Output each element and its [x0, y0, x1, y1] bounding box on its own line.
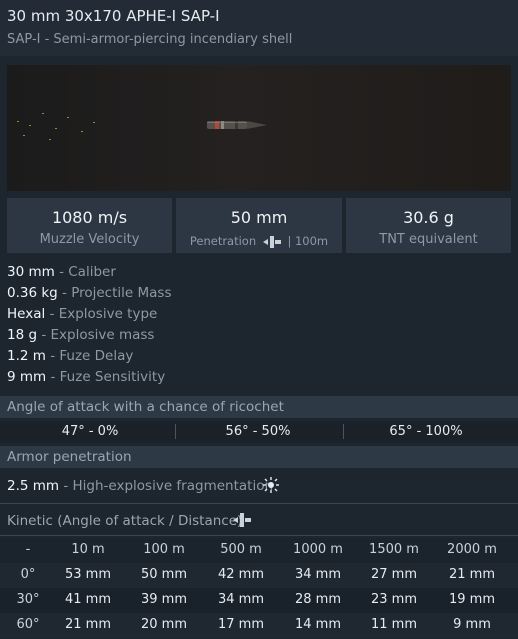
spark	[55, 128, 57, 129]
property-value: 18 g	[7, 327, 38, 343]
property-caliber: 30 mm - Caliber	[7, 264, 171, 285]
property-fuze-delay: 1.2 m - Fuze Delay	[7, 348, 171, 369]
property-name: - Projectile Mass	[62, 285, 172, 301]
shell-title: 30 mm 30x170 APHE-I SAP-I	[7, 7, 220, 25]
property-name: - Caliber	[59, 264, 116, 280]
table-cell: 50 mm	[140, 567, 187, 582]
he-value: 2.5 mm	[7, 478, 60, 494]
column-header: 100 m	[143, 542, 185, 557]
column-header: 500 m	[220, 542, 262, 557]
property-value: 1.2 m	[7, 348, 46, 364]
property-value: Hexal	[7, 306, 46, 322]
shell-projectile-icon	[207, 121, 267, 129]
table-cell: 17 mm	[217, 617, 264, 632]
header: 30 mm 30x170 APHE-I SAP-I SAP-I - Semi-a…	[0, 0, 518, 56]
table-cell: 28 mm	[294, 592, 341, 607]
table-cell: 19 mm	[448, 592, 495, 607]
stat-value: 50 mm	[230, 208, 288, 227]
property-name: - Explosive type	[49, 306, 158, 322]
properties-list: 30 mm - Caliber 0.36 kg - Projectile Mas…	[7, 264, 171, 390]
stats-panel: 1080 m/s Muzzle Velocity 50 mm Penetrati…	[7, 198, 511, 253]
spark	[29, 125, 31, 126]
stat-value: 30.6 g	[403, 208, 454, 227]
column-header: 2000 m	[447, 542, 497, 557]
shell-preview-image	[7, 65, 511, 191]
table-cell: 21 mm	[448, 567, 495, 582]
column-header: 1000 m	[293, 542, 343, 557]
penetration-icon	[233, 513, 251, 527]
table-cell: 42 mm	[217, 567, 264, 582]
table-row: 0° 53 mm 50 mm 42 mm 34 mm 27 mm 21 mm	[0, 563, 518, 588]
ricochet-cell: 47° - 0%	[61, 424, 119, 439]
table-row: 30° 41 mm 39 mm 34 mm 28 mm 23 mm 19 mm	[0, 588, 518, 613]
row-angle: 0°	[20, 567, 36, 582]
table-cell: 53 mm	[64, 567, 111, 582]
armor-section-header: Armor penetration	[0, 446, 518, 468]
property-value: 9 mm	[7, 369, 47, 385]
spark	[93, 122, 95, 123]
table-row: 60° 21 mm 20 mm 17 mm 14 mm 11 mm 9 mm	[0, 613, 518, 638]
he-name: - High-explosive fragmentation	[63, 478, 274, 494]
divider	[0, 535, 518, 536]
table-cell: 23 mm	[370, 592, 417, 607]
row-angle: 30°	[16, 592, 40, 607]
table-cell: 27 mm	[370, 567, 417, 582]
shell-subtitle: SAP-I - Semi-armor-piercing incendiary s…	[7, 32, 293, 47]
table-cell: 21 mm	[64, 617, 111, 632]
stat-penetration: 50 mm Penetration | 100m	[176, 198, 342, 253]
penetration-icon	[262, 235, 281, 248]
ricochet-cell: 56° - 50%	[225, 424, 291, 439]
ricochet-row: 47° - 0% 56° - 50% 65° - 100%	[0, 421, 518, 443]
property-explosive-type: Hexal - Explosive type	[7, 306, 171, 327]
stat-value: 1080 m/s	[51, 208, 128, 227]
row-angle: 60°	[16, 617, 40, 632]
property-name: - Fuze Sensitivity	[50, 369, 166, 385]
table-cell: 34 mm	[294, 567, 341, 582]
column-header: 10 m	[71, 542, 105, 557]
stat-tnt-equivalent: 30.6 g TNT equivalent	[346, 198, 511, 253]
kinetic-title: Kinetic (Angle of attack / Distance)	[7, 513, 243, 529]
table-cell: 34 mm	[217, 592, 264, 607]
table-cell: 9 mm	[453, 617, 491, 632]
table-cell: 14 mm	[294, 617, 341, 632]
table-corner: -	[25, 542, 31, 557]
spark	[23, 135, 25, 136]
spark	[49, 139, 51, 140]
property-value: 0.36 kg	[7, 285, 58, 301]
property-name: - Explosive mass	[41, 327, 155, 343]
spark	[81, 131, 83, 132]
penetration-distance: | 100m	[287, 234, 329, 248]
spark	[42, 113, 44, 114]
ricochet-cell: 65° - 100%	[389, 424, 463, 439]
spark	[17, 121, 19, 122]
table-cell: 39 mm	[140, 592, 187, 607]
stat-label: Penetration | 100m	[176, 234, 342, 248]
property-value: 30 mm	[7, 264, 55, 280]
explosion-icon	[263, 477, 279, 493]
table-cell: 11 mm	[370, 617, 417, 632]
divider	[0, 503, 518, 504]
stat-muzzle-velocity: 1080 m/s Muzzle Velocity	[7, 198, 172, 253]
stat-label: TNT equivalent	[379, 232, 478, 247]
ricochet-title: Angle of attack with a chance of ricoche…	[7, 399, 284, 415]
armor-title: Armor penetration	[7, 449, 132, 465]
kinetic-table: - 10 m 100 m 500 m 1000 m 1500 m 2000 m …	[0, 538, 518, 638]
penetration-label: Penetration	[189, 234, 257, 248]
property-fuze-sensitivity: 9 mm - Fuze Sensitivity	[7, 369, 171, 390]
stat-label: Muzzle Velocity	[39, 232, 140, 247]
ricochet-section-header: Angle of attack with a chance of ricoche…	[0, 396, 518, 418]
column-header: 1500 m	[369, 542, 419, 557]
property-explosive-mass: 18 g - Explosive mass	[7, 327, 171, 348]
he-fragmentation-line: 2.5 mm - High-explosive fragmentation	[7, 478, 273, 494]
table-cell: 20 mm	[140, 617, 187, 632]
table-header-row: - 10 m 100 m 500 m 1000 m 1500 m 2000 m	[0, 538, 518, 563]
property-name: - Fuze Delay	[50, 348, 134, 364]
table-cell: 41 mm	[64, 592, 111, 607]
spark	[67, 117, 69, 118]
property-projectile-mass: 0.36 kg - Projectile Mass	[7, 285, 171, 306]
